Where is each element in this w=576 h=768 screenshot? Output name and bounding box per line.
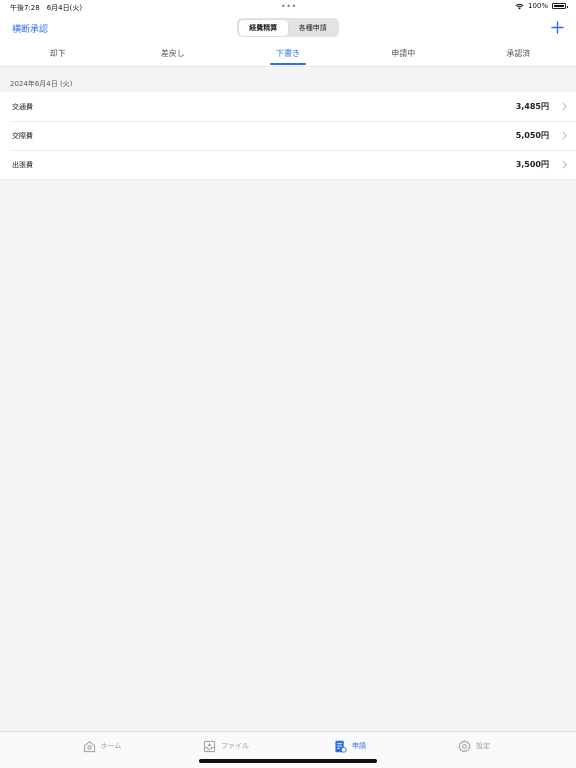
navigation-bar: 横断承認 経費精算 各種申請 bbox=[0, 14, 576, 42]
cross-approval-button[interactable]: 横断承認 bbox=[12, 22, 48, 35]
item-title: 交際費 bbox=[12, 132, 33, 140]
tabbar-settings[interactable]: 設定 bbox=[412, 732, 536, 760]
tab-label: 承認済 bbox=[506, 49, 531, 58]
tray-icon bbox=[203, 740, 216, 752]
chevron-right-icon bbox=[562, 160, 567, 169]
tabbar-label: 申請 bbox=[352, 742, 366, 750]
tabbar-files[interactable]: ファイル bbox=[164, 732, 288, 760]
tabbar-label: 設定 bbox=[476, 742, 490, 750]
home-indicator[interactable] bbox=[199, 759, 377, 763]
item-title: 出張費 bbox=[12, 161, 33, 169]
tab-label: 差戻し bbox=[160, 49, 185, 58]
list-item[interactable]: 交際費 5,050円 bbox=[0, 121, 576, 150]
tab-returned[interactable]: 差戻し bbox=[115, 42, 230, 66]
segment-expense-settlement[interactable]: 経費精算 bbox=[238, 19, 288, 36]
tabbar-label: ファイル bbox=[221, 742, 249, 750]
expense-list: 交通費 3,485円 交際費 5,050円 出張費 3,500円 bbox=[0, 92, 576, 180]
segmented-control: 経費精算 各種申請 bbox=[237, 18, 339, 37]
item-amount: 5,050円 bbox=[515, 131, 549, 140]
item-amount: 3,485円 bbox=[515, 102, 549, 111]
segment-various-applications[interactable]: 各種申請 bbox=[288, 20, 338, 36]
tabbar-home[interactable]: ホーム bbox=[40, 732, 164, 760]
list-item[interactable]: 出張費 3,500円 bbox=[0, 150, 576, 179]
status-time-date: 午後7:28 6月4日(火) bbox=[10, 4, 83, 12]
tab-approved[interactable]: 承認済 bbox=[461, 42, 576, 66]
active-tab-indicator bbox=[270, 63, 306, 65]
tab-label: 却下 bbox=[49, 49, 66, 58]
home-icon bbox=[83, 740, 95, 752]
tab-rejected[interactable]: 却下 bbox=[0, 42, 115, 66]
item-title: 交通費 bbox=[12, 103, 33, 111]
list-divider bbox=[0, 179, 576, 180]
status-tabs: 却下 差戻し 下書き 申請中 承認済 bbox=[0, 42, 576, 67]
battery-icon bbox=[552, 3, 568, 9]
tab-draft[interactable]: 下書き bbox=[230, 42, 345, 66]
tab-label: 下書き bbox=[276, 49, 300, 58]
wifi-icon bbox=[515, 3, 524, 9]
chevron-right-icon bbox=[562, 102, 567, 111]
status-right: 100% bbox=[515, 2, 568, 10]
tab-pending[interactable]: 申請中 bbox=[346, 42, 461, 66]
chevron-right-icon bbox=[562, 131, 567, 140]
plus-icon[interactable] bbox=[551, 21, 564, 34]
tabbar-label: ホーム bbox=[100, 742, 122, 750]
section-date-header: 2024年6月4日 (火) bbox=[10, 80, 73, 88]
battery-percent: 100% bbox=[527, 2, 548, 10]
status-bar: 午後7:28 6月4日(火) ••• 100% bbox=[0, 0, 576, 14]
tab-label: 申請中 bbox=[391, 49, 416, 58]
list-item[interactable]: 交通費 3,485円 bbox=[0, 92, 576, 121]
item-amount: 3,500円 bbox=[515, 160, 549, 169]
document-icon bbox=[335, 740, 347, 753]
multitasking-dots[interactable]: ••• bbox=[281, 2, 297, 11]
gear-icon bbox=[458, 739, 471, 752]
tabbar-application[interactable]: 申請 bbox=[288, 732, 412, 760]
